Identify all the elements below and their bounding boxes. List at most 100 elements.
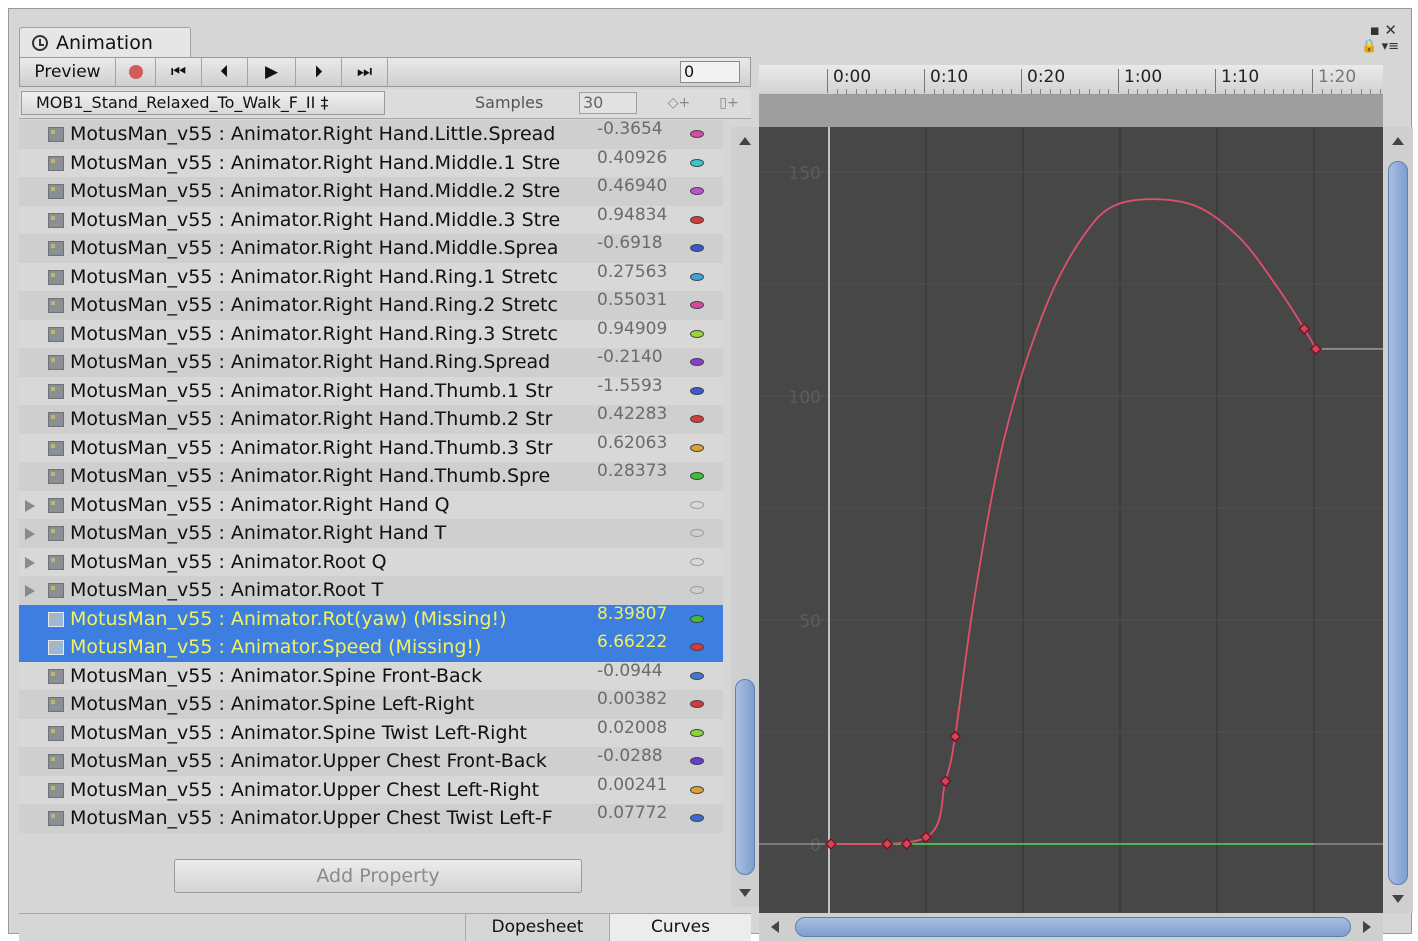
property-value[interactable]: 0.94834 [597, 201, 681, 229]
time-minor-tick [904, 89, 906, 94]
curve-color-swatch-icon[interactable] [690, 301, 704, 309]
add-property-button[interactable]: Add Property [174, 859, 582, 893]
curve-scroll-right-icon[interactable] [1363, 921, 1371, 933]
curve-vertical-scrollbar[interactable] [1383, 127, 1413, 913]
curve-color-swatch-icon[interactable] [690, 785, 704, 794]
add-event-button[interactable]: ▯+ [709, 92, 749, 114]
window-controls[interactable]: ▪ ✕ [1369, 21, 1397, 39]
property-value[interactable]: 0.40926 [597, 144, 681, 172]
curve-horizontal-scrollbar[interactable] [759, 913, 1383, 941]
last-key-button[interactable]: ⏭ [342, 58, 388, 86]
property-value[interactable]: 8.39807 [597, 600, 681, 628]
property-value[interactable]: -1.5593 [597, 372, 681, 400]
curve-chart[interactable]: 0 50 100 150 [759, 127, 1383, 913]
property-value[interactable]: 0.07772 [597, 799, 681, 827]
time-label: 0:20 [1027, 67, 1066, 87]
expand-arrow-icon[interactable] [25, 499, 35, 512]
curve-color-swatch-icon[interactable] [690, 443, 704, 452]
expand-arrow-icon[interactable] [25, 585, 35, 597]
curve-color-swatch-icon[interactable] [690, 700, 704, 708]
property-row[interactable]: MotusMan_v55 : Animator.Right Hand.Thumb… [19, 461, 723, 491]
curve-color-swatch-icon[interactable] [690, 386, 704, 395]
curve-color-swatch-icon[interactable] [690, 728, 704, 737]
next-key-icon: ⏵ [314, 62, 323, 82]
curve-color-swatch-icon[interactable] [690, 215, 704, 224]
expand-arrow-icon[interactable] [25, 556, 35, 569]
tab-animation[interactable]: Animation [19, 27, 191, 57]
property-value[interactable]: 0.55031 [597, 286, 681, 314]
curve-color-swatch-icon[interactable] [690, 244, 704, 252]
curve-editor[interactable]: 0 50 100 150 [759, 127, 1383, 913]
curve-color-swatch-icon[interactable] [690, 586, 704, 594]
tab-curves[interactable]: Curves [609, 914, 751, 941]
property-row[interactable]: MotusMan_v55 : Animator.Right Hand Q [19, 490, 723, 519]
property-value[interactable]: 0.62063 [597, 429, 681, 457]
curve-color-swatch-icon[interactable] [690, 358, 704, 366]
samples-input[interactable]: 30 [579, 92, 637, 114]
curve-color-swatch-icon[interactable] [690, 272, 704, 281]
curve-color-swatch-icon[interactable] [690, 757, 704, 765]
record-button[interactable] [116, 58, 156, 86]
property-list-scrollbar[interactable] [731, 127, 759, 907]
expand-arrow-icon[interactable] [25, 528, 35, 540]
curve-color-swatch-icon[interactable] [690, 329, 704, 338]
event-lane[interactable] [759, 95, 1383, 127]
curve-color-swatch-icon[interactable] [690, 472, 704, 480]
property-row[interactable]: MotusMan_v55 : Animator.Right Hand T [19, 519, 723, 548]
curve-color-swatch-icon[interactable] [690, 614, 704, 623]
curve-color-swatch-icon[interactable] [690, 158, 704, 167]
frame-input[interactable]: 0 [680, 61, 740, 83]
time-label: 1:20 [1318, 67, 1357, 87]
time-minor-tick [1137, 89, 1139, 94]
curve-color-swatch-icon[interactable] [690, 130, 704, 138]
curve-color-swatch-icon[interactable] [690, 187, 704, 195]
play-button[interactable]: ▶ [248, 58, 296, 86]
lock-menu-controls[interactable]: 🔒 ▾≡ [1361, 39, 1399, 54]
tab-dopesheet[interactable]: Dopesheet [465, 914, 609, 941]
curve-vertical-thumb[interactable] [1388, 161, 1408, 885]
first-key-button[interactable]: ⏮ [156, 58, 202, 86]
property-value[interactable]: 0.00241 [597, 771, 681, 799]
curve-color-swatch-icon[interactable] [690, 529, 704, 537]
property-value[interactable]: 0.00382 [597, 685, 681, 713]
add-keyframe-button[interactable]: ◇+ [659, 92, 699, 114]
curve-color-swatch-icon[interactable] [690, 643, 704, 651]
prev-key-button[interactable]: ⏴ [202, 58, 248, 86]
animator-icon [48, 583, 64, 598]
property-value[interactable]: 0.02008 [597, 714, 681, 742]
property-label: MotusMan_v55 : Animator.Right Hand.Ring.… [70, 322, 558, 345]
curve-horizontal-thumb[interactable] [795, 917, 1351, 937]
animator-icon [48, 754, 64, 769]
scroll-up-arrow-icon[interactable] [739, 137, 751, 145]
property-list-scroll-thumb[interactable] [735, 679, 755, 875]
property-value[interactable]: 0.28373 [597, 457, 681, 485]
keyframe-point [939, 775, 952, 788]
preview-button[interactable]: Preview [20, 58, 116, 86]
curve-color-swatch-icon[interactable] [690, 671, 704, 680]
curve-scroll-down-icon[interactable] [1392, 895, 1404, 903]
property-value[interactable]: -0.0288 [597, 742, 681, 770]
property-row[interactable]: MotusMan_v55 : Animator.Upper Chest Twis… [19, 803, 723, 833]
property-value[interactable]: -0.2140 [597, 343, 681, 371]
time-minor-tick [1331, 89, 1333, 94]
property-value[interactable]: 6.66222 [597, 628, 681, 656]
animator-icon [48, 412, 64, 427]
curve-scroll-up-icon[interactable] [1392, 137, 1404, 145]
curve-color-swatch-icon[interactable] [690, 415, 704, 423]
curve-scroll-left-icon[interactable] [771, 921, 779, 933]
property-value[interactable]: -0.0944 [597, 657, 681, 685]
curve-color-swatch-icon[interactable] [690, 557, 704, 566]
curve-color-swatch-icon[interactable] [690, 814, 704, 822]
property-value[interactable]: 0.42283 [597, 400, 681, 428]
property-value[interactable]: 0.94909 [597, 315, 681, 343]
property-value[interactable]: -0.6918 [597, 229, 681, 257]
property-row[interactable]: MotusMan_v55 : Animator.Root Q [19, 547, 723, 576]
property-value[interactable]: 0.46940 [597, 172, 681, 200]
property-value[interactable]: 0.27563 [597, 258, 681, 286]
curve-color-swatch-icon[interactable] [690, 500, 704, 509]
clip-selector[interactable]: MOB1_Stand_Relaxed_To_Walk_F_II ‡ [21, 91, 385, 115]
next-key-button[interactable]: ⏵ [296, 58, 342, 86]
scroll-down-arrow-icon[interactable] [739, 889, 751, 897]
property-value[interactable]: -0.3654 [597, 120, 681, 143]
time-ruler[interactable]: 0:00 0:10 0:20 1:00 1:10 1:20 [759, 65, 1383, 95]
